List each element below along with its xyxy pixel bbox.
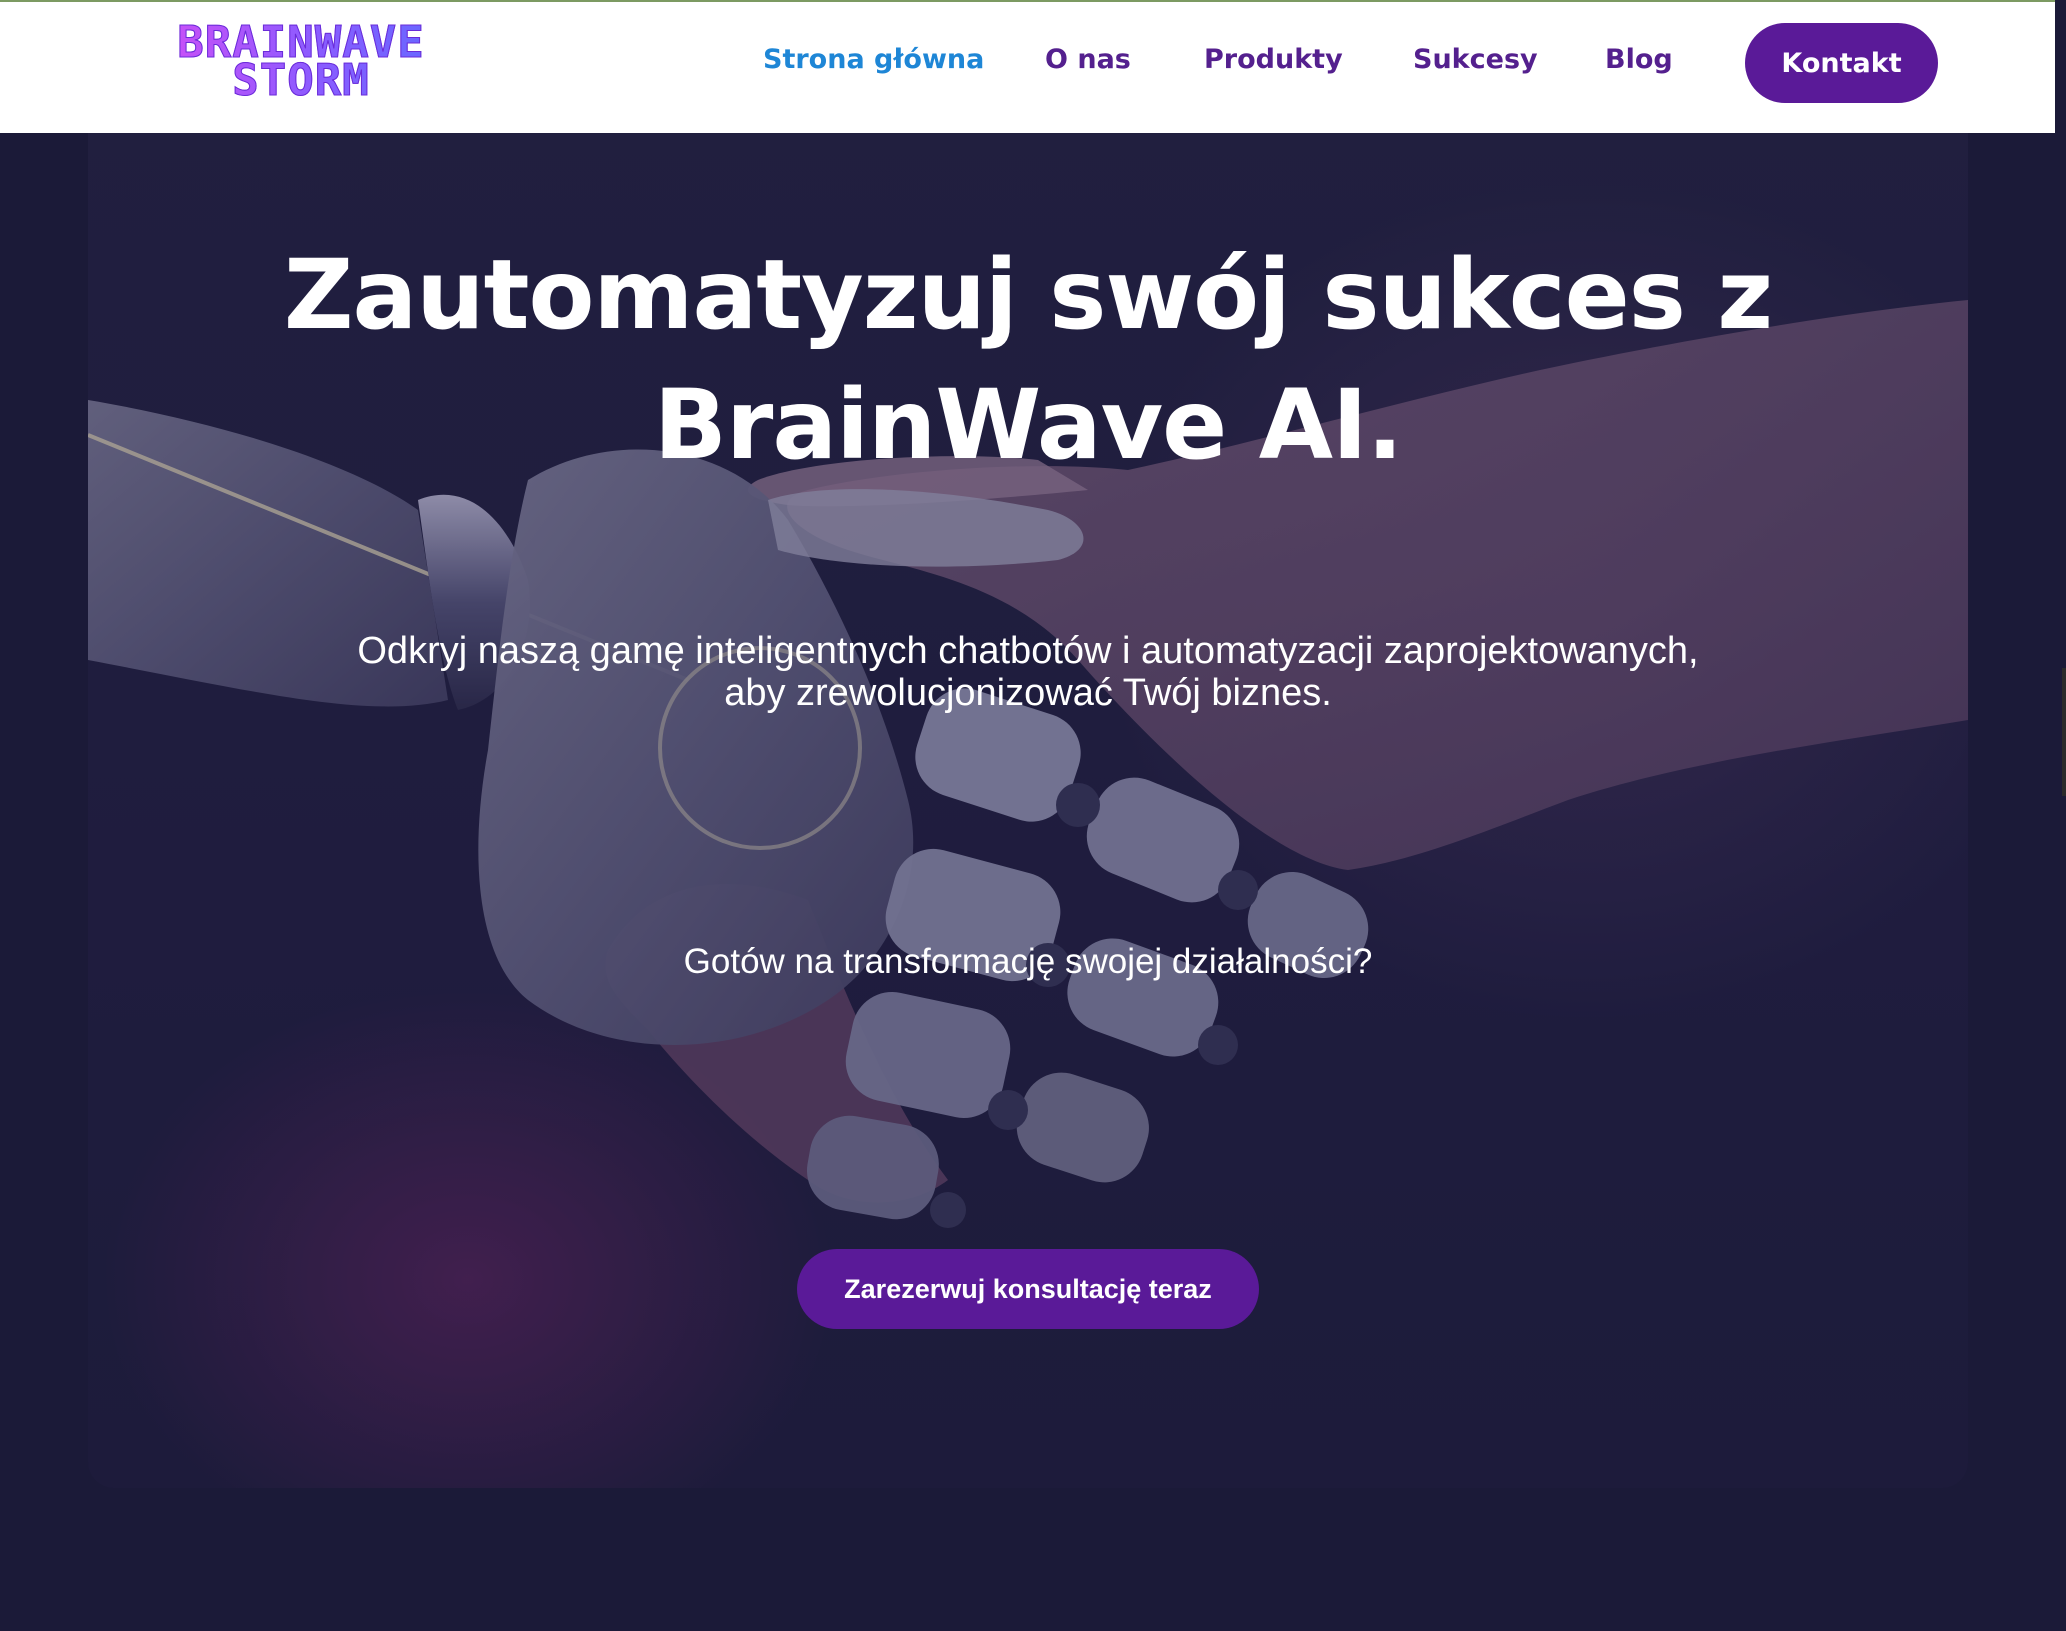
main-nav: Strona główna O nas Produkty Sukcesy Blo… [0, 2, 2055, 135]
nav-link-blog[interactable]: Blog [1605, 44, 1673, 75]
book-consultation-button[interactable]: Zarezerwuj konsultację teraz [797, 1249, 1259, 1329]
site-header: BRAINWAVE STORM Strona główna O nas Prod… [0, 0, 2055, 133]
hero-section: Zautomatyzuj swój sukces z BrainWave AI.… [88, 100, 1968, 1488]
nav-link-about[interactable]: O nas [1045, 44, 1131, 75]
hero-subtitle: Odkryj naszą gamę inteligentnych chatbot… [228, 630, 1828, 714]
hero-title: Zautomatyzuj swój sukces z BrainWave AI. [208, 230, 1848, 490]
contact-button[interactable]: Kontakt [1745, 23, 1938, 103]
hero-subtitle-line-1: Odkryj naszą gamę inteligentnych chatbot… [357, 630, 1699, 672]
hero-subtitle-line-2: aby zrewolucjonizować Twój biznes. [724, 672, 1332, 714]
nav-link-success[interactable]: Sukcesy [1413, 44, 1538, 75]
nav-link-home[interactable]: Strona główna [763, 44, 984, 75]
nav-link-products[interactable]: Produkty [1204, 44, 1343, 75]
hero-title-line-2: BrainWave AI. [653, 369, 1403, 481]
hero-question: Gotów na transformację swojej działalnoś… [683, 942, 1373, 981]
scrollbar-thumb[interactable] [2062, 668, 2066, 796]
hero-title-line-1: Zautomatyzuj swój sukces z [283, 239, 1773, 351]
